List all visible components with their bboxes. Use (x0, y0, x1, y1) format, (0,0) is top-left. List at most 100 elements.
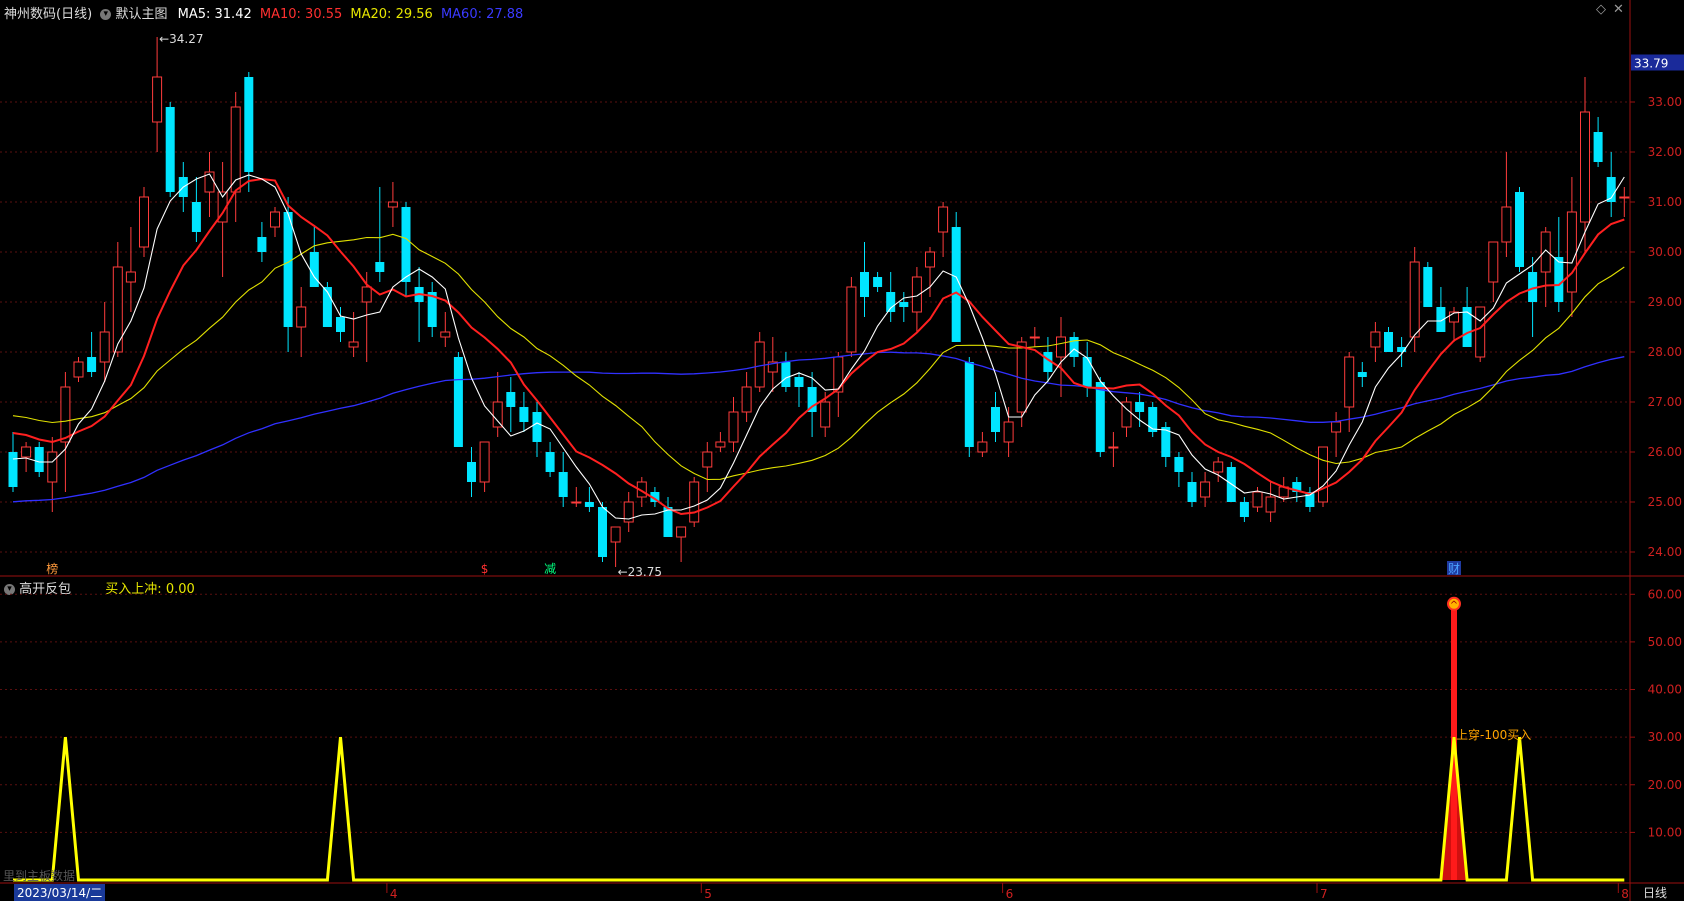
hint-text: 里到主板数据 (3, 869, 76, 883)
candle-body (702, 451, 713, 468)
main-y-tick-label: 26.00 (1648, 445, 1682, 459)
candle-body (1409, 261, 1420, 338)
candle-body (794, 377, 804, 387)
candle-body (257, 237, 267, 252)
candle-body (1148, 407, 1158, 432)
x-month-label: 5 (704, 887, 712, 901)
candle-body (270, 211, 280, 228)
candle-body (1029, 336, 1040, 339)
candle-body (1423, 267, 1433, 307)
candle-body (1501, 206, 1512, 243)
candle-body (336, 317, 345, 332)
main-y-tick-label: 24.00 (1648, 545, 1682, 559)
main-y-tick-label: 28.00 (1648, 345, 1682, 359)
candle-body (244, 77, 254, 172)
candle-body (1515, 192, 1524, 267)
candle-body (1003, 421, 1014, 443)
candle-body (87, 357, 97, 372)
ma5-line (12, 173, 1625, 520)
candle-body (1187, 482, 1197, 502)
main-y-tick-label: 25.00 (1648, 495, 1682, 509)
low-annotation: ←23.75 (618, 565, 662, 579)
high-annotation: ←34.27 (159, 32, 203, 46)
signal-text: 上穿-100买入 (1456, 727, 1531, 742)
candle-body (873, 277, 883, 287)
candle-body (1540, 231, 1551, 273)
candle-body (21, 446, 32, 458)
period-button[interactable]: 日线 (1643, 884, 1667, 901)
main-y-tick-label: 32.00 (1648, 145, 1682, 159)
event-marker: 榜 (46, 561, 58, 576)
candle-body (99, 331, 110, 363)
candle-body (361, 286, 372, 303)
candle-body (1566, 211, 1577, 293)
candle-body (165, 107, 175, 192)
x-month-label: 7 (1320, 887, 1328, 901)
candle-body (375, 262, 385, 272)
candle-body (571, 501, 582, 504)
candle-body (1488, 241, 1499, 283)
sub-y-tick-label: 50.00 (1648, 635, 1682, 649)
main-y-tick-label: 29.00 (1648, 295, 1682, 309)
candle-body (387, 201, 398, 208)
x-month-label: 6 (1006, 887, 1014, 901)
candle-body (860, 272, 869, 297)
candle-body (728, 411, 739, 443)
candle-body (886, 292, 896, 312)
event-marker: $ (481, 562, 489, 576)
candle-body (1593, 132, 1603, 162)
candle-body (545, 452, 555, 472)
main-y-tick-label: 33.00 (1648, 95, 1682, 109)
candle-body (598, 507, 607, 557)
main-y-tick-label: 27.00 (1648, 395, 1682, 409)
candle-body (1213, 461, 1224, 473)
candle-body (1344, 356, 1355, 408)
candle-body (1108, 446, 1119, 449)
candle-body (401, 207, 411, 282)
candle-body (125, 271, 136, 283)
candle-body (519, 407, 529, 422)
candle-body (964, 362, 974, 447)
cursor-date: 2023/03/14/二 (14, 884, 106, 901)
candle-body (152, 76, 163, 123)
candle-body (781, 362, 791, 387)
candle-body (532, 412, 542, 442)
candle-body (991, 407, 1000, 432)
sub-y-tick-label: 30.00 (1648, 730, 1682, 744)
candle-body (1174, 457, 1184, 472)
candle-body (715, 441, 726, 448)
main-y-tick-label: 30.00 (1648, 245, 1682, 259)
candle-body (741, 386, 752, 413)
x-month-label: 8 (1621, 887, 1629, 901)
candle-body (584, 502, 594, 507)
candle-body (820, 401, 831, 428)
candle-body (283, 212, 293, 327)
candle-body (1357, 372, 1367, 377)
main-y-tick-label: 31.00 (1648, 195, 1682, 209)
candle-body (309, 252, 319, 287)
candle-body (1619, 196, 1630, 199)
candle-body (348, 341, 359, 348)
candle-body (1082, 357, 1092, 387)
candle-body (977, 441, 988, 453)
candle-body (479, 441, 490, 483)
buy-surge-line (13, 736, 1625, 882)
candle-body (1239, 502, 1249, 517)
candle-body (60, 386, 71, 443)
candle-body (191, 202, 201, 232)
current-price-tag: 33.79 (1634, 57, 1668, 71)
chart-svg[interactable]: 24.00 25.00 26.00 27.00 28.00 29.00 30.00 31.00… (0, 0, 1684, 901)
x-month-label: 4 (390, 887, 398, 901)
signal-marker-caret: ^ (1450, 600, 1458, 611)
candle-body (938, 206, 949, 233)
candle-body (754, 341, 765, 388)
candle-body (506, 392, 516, 407)
candle-body (1056, 336, 1066, 358)
candle-body (1554, 257, 1564, 302)
candle-body (1384, 332, 1393, 352)
candle-body (453, 357, 463, 447)
candle-body (139, 196, 149, 248)
candle-body (610, 526, 621, 543)
sub-y-tick-label: 10.00 (1648, 825, 1682, 839)
candle-body (676, 526, 687, 538)
